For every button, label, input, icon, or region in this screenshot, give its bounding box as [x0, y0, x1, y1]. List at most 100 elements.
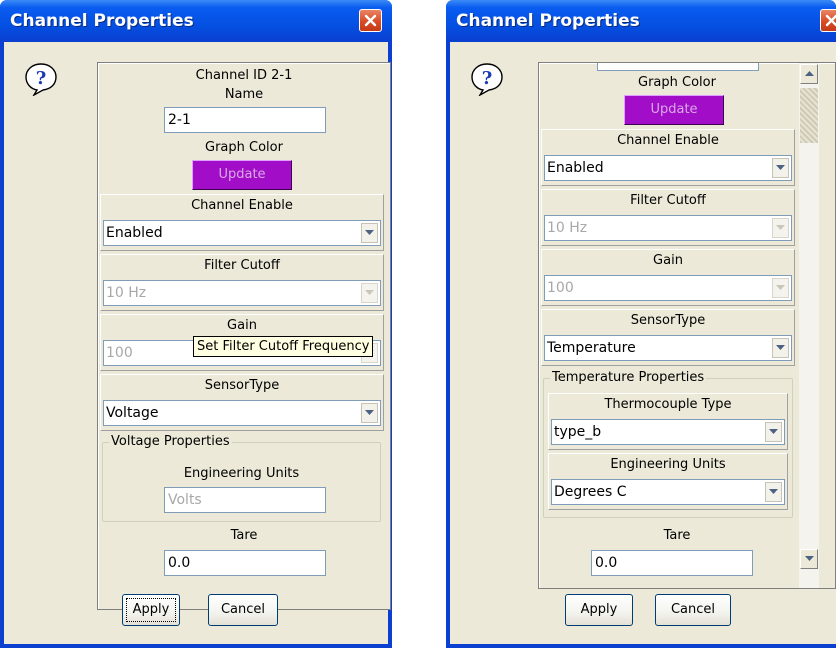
filter-cutoff-value: 10 Hz — [547, 220, 588, 236]
scroll-up-button[interactable] — [800, 64, 818, 84]
channel-enable-select[interactable]: Enabled — [103, 220, 381, 246]
thermocouple-type-select[interactable]: type_b — [551, 419, 785, 445]
gain-label: Gain — [653, 253, 683, 268]
channel-enable-select[interactable]: Enabled — [544, 155, 792, 181]
sensor-type-select[interactable]: Temperature — [544, 335, 792, 361]
channel-enable-label: Channel Enable — [191, 198, 293, 213]
name-label: Name — [224, 87, 264, 102]
dialog-client-area: ? Graph Color Update Channel Enable Enab… — [450, 42, 836, 644]
dropdown-button[interactable] — [361, 223, 378, 243]
svg-text:?: ? — [482, 68, 493, 89]
engineering-units-value: Degrees C — [554, 484, 627, 500]
gain-select[interactable]: 100 — [544, 275, 792, 301]
temperature-properties-section: Temperature Properties Thermocouple Type… — [543, 370, 793, 518]
thermocouple-type-group: Thermocouple Type type_b — [548, 393, 788, 450]
name-input-partial[interactable] — [597, 63, 759, 71]
dropdown-button[interactable] — [765, 482, 782, 502]
voltage-properties-label: Voltage Properties — [109, 434, 232, 449]
help-question-icon[interactable]: ? — [24, 62, 58, 96]
filter-cutoff-group: Filter Cutoff 10 Hz — [541, 189, 795, 246]
engineering-units-group: Engineering Units Degrees C — [548, 453, 788, 510]
gain-value: 100 — [106, 345, 133, 361]
gain-value: 100 — [547, 280, 574, 296]
filter-cutoff-group: Filter Cutoff 10 Hz — [100, 254, 384, 311]
temperature-properties-label: Temperature Properties — [550, 370, 707, 385]
close-button[interactable] — [820, 9, 836, 32]
svg-text:?: ? — [36, 68, 47, 89]
close-button[interactable] — [359, 9, 382, 32]
filter-cutoff-value: 10 Hz — [106, 285, 147, 301]
help-question-icon[interactable]: ? — [470, 62, 504, 96]
channel-enable-group: Channel Enable Enabled — [541, 129, 795, 186]
dropdown-button[interactable] — [772, 338, 789, 358]
chevron-down-icon — [365, 410, 374, 415]
scroll-thumb[interactable] — [800, 88, 818, 143]
voltage-properties-section: Voltage Properties Engineering Units Vol… — [102, 434, 381, 522]
apply-button[interactable]: Apply — [565, 594, 633, 626]
tare-input[interactable]: 0.0 — [164, 550, 326, 576]
chevron-down-icon — [365, 290, 374, 295]
vertical-scrollbar[interactable] — [799, 63, 819, 588]
chevron-down-icon — [365, 230, 374, 235]
tare-input[interactable]: 0.0 — [591, 550, 753, 576]
chevron-down-icon — [769, 429, 778, 434]
close-x-icon — [364, 14, 377, 27]
cancel-button[interactable]: Cancel — [655, 594, 731, 626]
tare-label: Tare — [230, 528, 258, 543]
sensor-type-select[interactable]: Voltage — [103, 400, 381, 426]
properties-panel-scrolled: Graph Color Update Channel Enable Enable… — [538, 62, 836, 589]
dropdown-button[interactable] — [772, 218, 789, 238]
gain-label: Gain — [227, 318, 257, 333]
sensor-type-label: SensorType — [630, 313, 706, 328]
channel-properties-window-right: Channel Properties ? Graph Color Update … — [446, 0, 836, 648]
engineering-units-label: Engineering Units — [610, 457, 726, 472]
tooltip: Set Filter Cutoff Frequency — [193, 336, 374, 357]
dropdown-button[interactable] — [772, 158, 789, 178]
graph-color-update-button[interactable]: Update — [192, 160, 292, 190]
sensor-type-value: Temperature — [547, 340, 636, 356]
apply-button[interactable]: Apply — [122, 594, 180, 626]
name-input[interactable]: 2-1 — [164, 107, 326, 133]
window-title: Channel Properties — [10, 11, 194, 31]
filter-cutoff-label: Filter Cutoff — [204, 258, 280, 273]
dropdown-button[interactable] — [765, 422, 782, 442]
filter-cutoff-select[interactable]: 10 Hz — [103, 280, 381, 306]
cancel-button[interactable]: Cancel — [208, 594, 278, 626]
graph-color-label: Graph Color — [638, 75, 716, 90]
focus-rectangle — [126, 598, 176, 622]
window-title: Channel Properties — [456, 11, 640, 31]
chevron-down-icon — [776, 165, 785, 170]
sensor-type-value: Voltage — [106, 405, 159, 421]
title-bar[interactable]: Channel Properties — [0, 0, 392, 42]
close-x-icon — [825, 14, 836, 27]
filter-cutoff-label: Filter Cutoff — [630, 193, 706, 208]
engineering-units-input[interactable]: Volts — [164, 487, 326, 513]
dropdown-button[interactable] — [772, 278, 789, 298]
channel-id-label: Channel ID 2-1 — [195, 68, 293, 83]
channel-enable-group: Channel Enable Enabled — [100, 194, 384, 251]
filter-cutoff-select[interactable]: 10 Hz — [544, 215, 792, 241]
chevron-down-icon — [776, 345, 785, 350]
sensor-type-group: SensorType Voltage — [100, 374, 384, 431]
chevron-down-icon — [776, 225, 785, 230]
dialog-client-area: ? Channel ID 2-1 Name 2-1 Graph Color Up… — [4, 42, 391, 644]
scroll-down-button[interactable] — [800, 549, 818, 569]
thermocouple-type-value: type_b — [554, 424, 602, 440]
chevron-down-icon — [805, 556, 814, 561]
graph-color-update-button[interactable]: Update — [624, 95, 724, 125]
channel-enable-label: Channel Enable — [617, 133, 719, 148]
engineering-units-select[interactable]: Degrees C — [551, 479, 785, 505]
sensor-type-group: SensorType Temperature — [541, 309, 795, 366]
sensor-type-label: SensorType — [204, 378, 280, 393]
dropdown-button[interactable] — [361, 403, 378, 423]
graph-color-label: Graph Color — [205, 140, 283, 155]
dropdown-button[interactable] — [361, 283, 378, 303]
tare-label: Tare — [663, 528, 691, 543]
channel-enable-value: Enabled — [106, 225, 163, 241]
chevron-down-icon — [769, 489, 778, 494]
gain-group: Gain 100 — [541, 249, 795, 306]
thermocouple-type-label: Thermocouple Type — [604, 397, 732, 412]
chevron-down-icon — [776, 285, 785, 290]
channel-enable-value: Enabled — [547, 160, 604, 176]
title-bar[interactable]: Channel Properties — [446, 0, 836, 42]
